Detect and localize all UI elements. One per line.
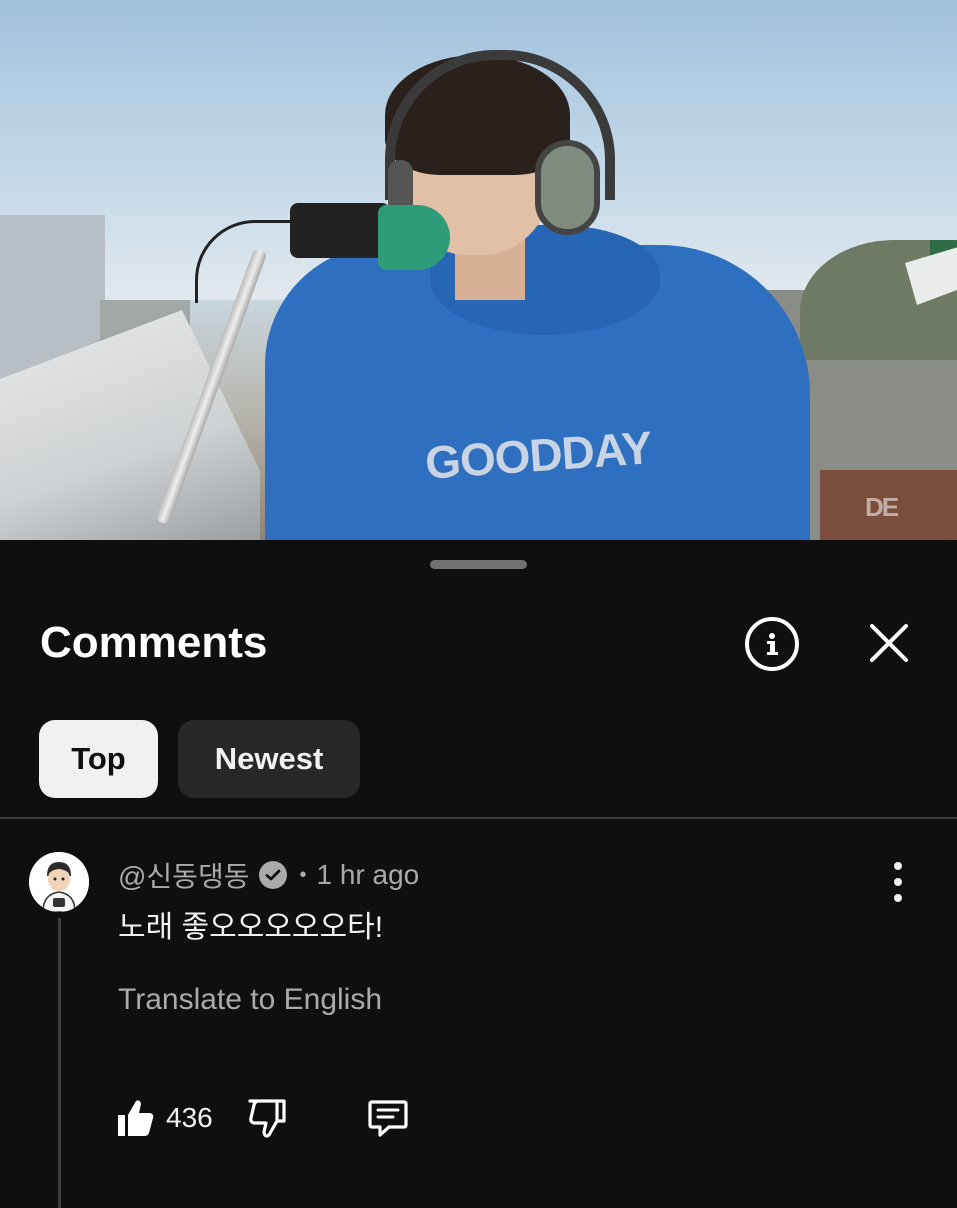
- cartoon-avatar-icon: [29, 852, 89, 912]
- info-circle-icon: [767, 633, 778, 655]
- thumbs-up-icon: [118, 1100, 154, 1136]
- dislike-button[interactable]: [247, 1097, 287, 1139]
- close-button[interactable]: [866, 620, 912, 666]
- comments-panel: Comments Top Newest @신동댕동 • 1 hr ago 노래 …: [0, 540, 957, 1208]
- comment-reply-icon: [368, 1100, 408, 1137]
- headphone-earcup-right: [535, 140, 600, 235]
- like-count: 436: [166, 1102, 213, 1133]
- divider: [0, 817, 957, 819]
- comment-text: 노래 좋오오오오오타!: [118, 911, 384, 944]
- comment-meta: @신동댕동 • 1 hr ago: [118, 855, 419, 895]
- reply-button[interactable]: [367, 1097, 409, 1139]
- sort-chip-newest[interactable]: Newest: [178, 720, 360, 798]
- panel-title: Comments: [40, 618, 268, 667]
- comment-author[interactable]: @신동댕동: [118, 855, 249, 895]
- microphone-icon: [290, 203, 390, 258]
- like-button[interactable]: [116, 1098, 154, 1138]
- more-options-button[interactable]: [886, 862, 910, 902]
- sort-chip-top[interactable]: Top: [39, 720, 158, 798]
- drag-handle[interactable]: [430, 560, 527, 569]
- info-button[interactable]: [745, 617, 799, 671]
- more-vert-icon: [894, 862, 902, 870]
- comment-time: 1 hr ago: [316, 859, 420, 890]
- channel-watermark: DE: [865, 492, 899, 522]
- separator-dot: •: [299, 863, 307, 886]
- verified-badge-icon: [259, 861, 288, 889]
- translate-link[interactable]: Translate to English: [118, 983, 382, 1017]
- close-icon: [870, 624, 908, 662]
- comment-actions: 436: [116, 1095, 409, 1141]
- thread-line: [58, 918, 61, 1208]
- avatar[interactable]: [29, 852, 89, 912]
- video-player[interactable]: GOODDAY DE: [0, 0, 957, 540]
- thumbs-down-icon: [248, 1099, 286, 1138]
- mic-windscreen: [378, 205, 450, 270]
